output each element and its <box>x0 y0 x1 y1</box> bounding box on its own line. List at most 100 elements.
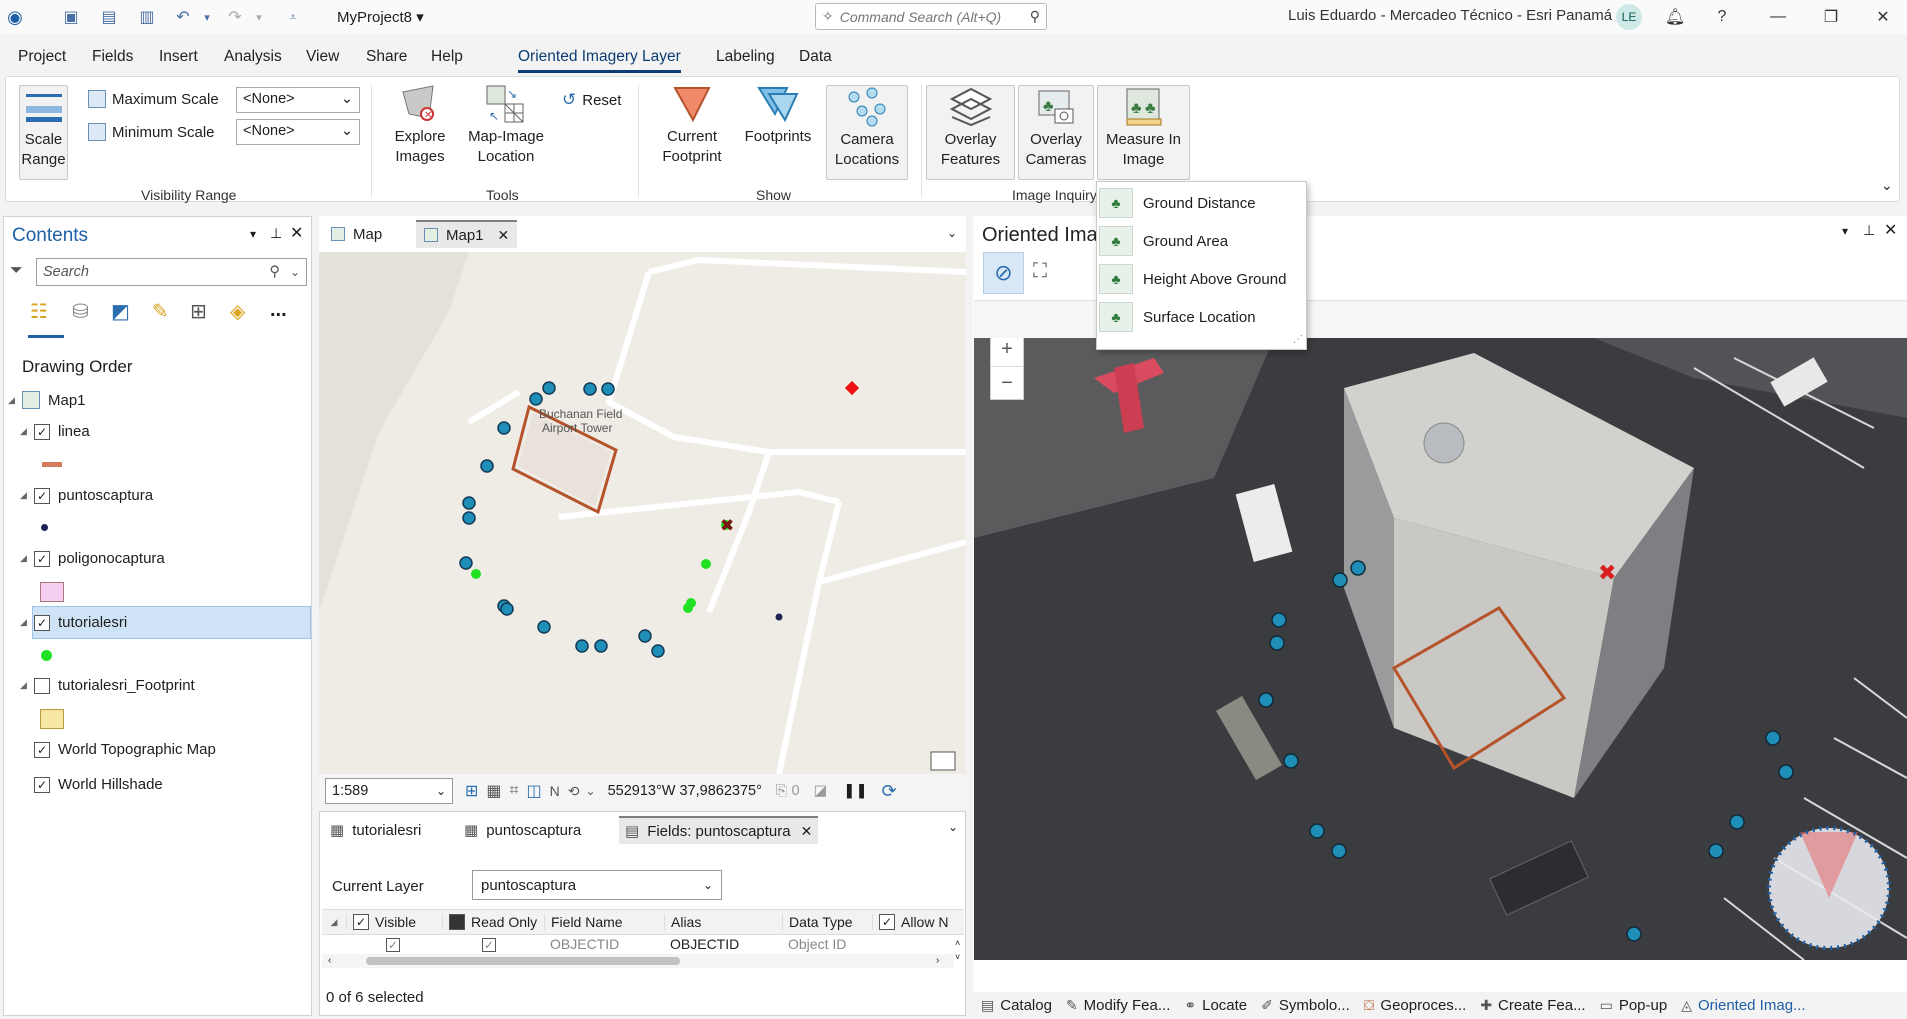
explore-images-button[interactable]: ✕ Explore Images <box>390 83 450 167</box>
select-all-visible-checkbox[interactable]: ✓ <box>353 914 369 930</box>
layer-poligonocaptura[interactable]: ◢ ✓ poligonocaptura <box>20 550 165 567</box>
horizontal-scrollbar[interactable]: ‹ › <box>322 954 954 968</box>
snapping-icon[interactable]: ◫ <box>527 781 542 801</box>
overlay-cameras-button[interactable]: ♣ Overlay Cameras <box>1018 85 1094 180</box>
tab-share[interactable]: Share <box>366 48 407 66</box>
table-row[interactable]: ✓ ✓ OBJECTID OBJECTID Object ID <box>322 935 952 953</box>
avatar[interactable]: LE <box>1616 4 1642 30</box>
row-readonly-cell[interactable]: ✓ <box>442 936 544 952</box>
tab-fields[interactable]: Fields <box>92 48 133 66</box>
scale-range-button[interactable]: Scale Range <box>19 85 68 180</box>
restore-button[interactable]: ❐ <box>1816 4 1846 30</box>
collapse-triangle-icon[interactable]: ◢ <box>8 395 22 406</box>
north-arrow-icon[interactable]: N <box>550 783 560 799</box>
list-by-drawing-order-icon[interactable]: ☷ <box>30 299 48 324</box>
collapse-triangle-icon[interactable]: ◢ <box>20 490 34 501</box>
notifications-bell-icon[interactable]: 🔔︎ <box>1660 4 1690 30</box>
column-read-only[interactable]: Read Only <box>442 914 544 930</box>
tab-project[interactable]: Project <box>18 48 66 66</box>
scrollbar-thumb[interactable] <box>366 957 680 965</box>
image-gallery-icon[interactable]: ⛶ <box>1033 260 1047 283</box>
chevron-down-icon[interactable]: ⌄ <box>586 784 596 798</box>
close-window-button[interactable]: ✕ <box>1868 4 1898 30</box>
redo-icon[interactable]: ↷ <box>222 4 248 30</box>
layer-visibility-checkbox[interactable]: ✓ <box>34 776 50 793</box>
pane-options-icon[interactable]: ▾ <box>250 227 256 241</box>
collapse-triangle-icon[interactable]: ◢ <box>20 426 34 437</box>
refresh-selection-icon[interactable]: ◪ <box>814 783 828 799</box>
dock-tab-catalog[interactable]: ▤ Catalog <box>981 997 1052 1014</box>
undo-icon[interactable]: ↶ <box>170 4 196 30</box>
row-visible-cell[interactable]: ✓ <box>346 936 442 952</box>
scroll-right-icon[interactable]: › <box>936 955 939 966</box>
pin-icon[interactable]: ⊥ <box>1863 222 1875 239</box>
save-project-icon[interactable]: ▥ <box>134 4 160 30</box>
grid-snapping-icon[interactable]: ⊞ <box>465 781 478 801</box>
tab-fields-puntoscaptura[interactable]: ▤ Fields: puntoscaptura ✕ <box>619 816 819 844</box>
refresh-map-button[interactable]: ⟳ <box>882 781 897 802</box>
filter-icon[interactable]: ⏷ <box>10 262 23 280</box>
layer-linea[interactable]: ◢ ✓ linea <box>20 423 90 440</box>
help-button[interactable]: ? <box>1707 4 1737 30</box>
tab-puntoscaptura-table[interactable]: ▦ puntoscaptura <box>458 816 587 844</box>
dock-tab-geoprocessing[interactable]: ⛋ Geoproces... <box>1364 997 1467 1014</box>
column-visible[interactable]: ✓ Visible <box>346 914 442 930</box>
layer-visibility-checkbox[interactable]: ✓ <box>34 487 50 504</box>
arcgis-pro-icon[interactable]: ◉ <box>2 4 28 30</box>
zoom-in-button[interactable]: + <box>991 338 1023 366</box>
list-by-data-source-icon[interactable]: ⛁ <box>72 299 89 324</box>
current-layer-select[interactable]: puntoscaptura ⌄ <box>472 870 722 900</box>
grid-icon[interactable]: ▦ <box>486 781 501 801</box>
new-project-icon[interactable]: ▣ <box>58 4 84 30</box>
close-tab-icon[interactable]: ✕ <box>498 227 510 244</box>
pin-icon[interactable]: ⊥ <box>270 225 282 242</box>
tab-labeling[interactable]: Labeling <box>716 48 775 66</box>
collapse-ribbon-icon[interactable]: ⌄ <box>1881 177 1893 194</box>
column-allow-null[interactable]: ✓ Allow N <box>872 914 964 930</box>
tab-view[interactable]: View <box>306 48 339 66</box>
tab-analysis[interactable]: Analysis <box>224 48 282 66</box>
minimize-button[interactable]: — <box>1763 4 1793 30</box>
footprints-button[interactable]: Footprints <box>741 83 815 147</box>
map-canvas[interactable]: Buchanan Field Airport Tower ✖ <box>319 252 966 774</box>
tab-oriented-imagery-layer[interactable]: Oriented Imagery Layer <box>518 48 681 73</box>
dock-tab-locate[interactable]: ⚭ Locate <box>1184 997 1247 1014</box>
dock-tab-create-features[interactable]: ✚ Create Fea... <box>1480 997 1585 1014</box>
zoom-out-button[interactable]: − <box>991 366 1023 399</box>
contents-search-input[interactable]: Search ⚲ ⌄ <box>36 258 307 286</box>
layer-visibility-checkbox[interactable]: ✓ <box>34 423 50 440</box>
dock-tab-symbology[interactable]: ✐ Symbolo... <box>1261 997 1350 1014</box>
tab-map1[interactable]: Map1 ✕ <box>416 220 518 248</box>
dock-tab-popup[interactable]: ▭ Pop-up <box>1600 997 1668 1014</box>
tab-help[interactable]: Help <box>431 48 463 66</box>
command-search-input[interactable]: ✧ Command Search (Alt+Q) ⚲ <box>815 3 1047 30</box>
scroll-left-icon[interactable]: ‹ <box>328 955 331 966</box>
select-all-readonly-checkbox[interactable] <box>449 914 465 930</box>
menu-item-ground-area[interactable]: ♣ Ground Area <box>1097 223 1307 259</box>
customize-toolbar-icon[interactable]: ⩡ <box>280 4 306 30</box>
vertical-scrollbar[interactable]: ˄ ˅ <box>955 936 965 968</box>
maximum-scale-select[interactable]: <None> ⌄ <box>236 87 360 113</box>
project-name[interactable]: MyProject8 ▾ <box>337 8 424 26</box>
layer-tutorialesri-footprint[interactable]: ◢ tutorialesri_Footprint <box>20 677 195 694</box>
oriented-image-canvas[interactable]: ✖ + − <box>974 338 1907 960</box>
reset-button[interactable]: ↺ Reset <box>562 90 621 110</box>
undo-dropdown-icon[interactable]: ▾ <box>194 4 220 30</box>
open-project-icon[interactable]: ▤ <box>96 4 122 30</box>
camera-locations-button[interactable]: Camera Locations <box>826 85 908 180</box>
readonly-checkbox[interactable]: ✓ <box>482 938 496 952</box>
map-scale-select[interactable]: 1:589 ⌄ <box>325 778 453 804</box>
menu-item-height-above-ground[interactable]: ♣ Height Above Ground <box>1097 261 1307 297</box>
select-all-allow-null-checkbox[interactable]: ✓ <box>879 914 895 930</box>
tab-insert[interactable]: Insert <box>159 48 198 66</box>
layer-world-topographic-map[interactable]: ✓ World Topographic Map <box>34 741 216 758</box>
dock-tab-oriented-imagery[interactable]: ◬ Oriented Imag... <box>1681 997 1805 1014</box>
tab-list-chevron-icon[interactable]: ⌄ <box>948 820 958 834</box>
layer-visibility-checkbox[interactable]: ✓ <box>34 550 50 567</box>
layer-world-hillshade[interactable]: ✓ World Hillshade <box>34 776 163 793</box>
tab-list-chevron-icon[interactable]: ⌄ <box>947 226 957 240</box>
column-alias[interactable]: Alias <box>664 914 782 930</box>
map-legend-icon[interactable] <box>930 751 956 771</box>
close-pane-icon[interactable]: ✕ <box>290 223 303 243</box>
collapse-triangle-icon[interactable]: ◢ <box>20 680 34 691</box>
